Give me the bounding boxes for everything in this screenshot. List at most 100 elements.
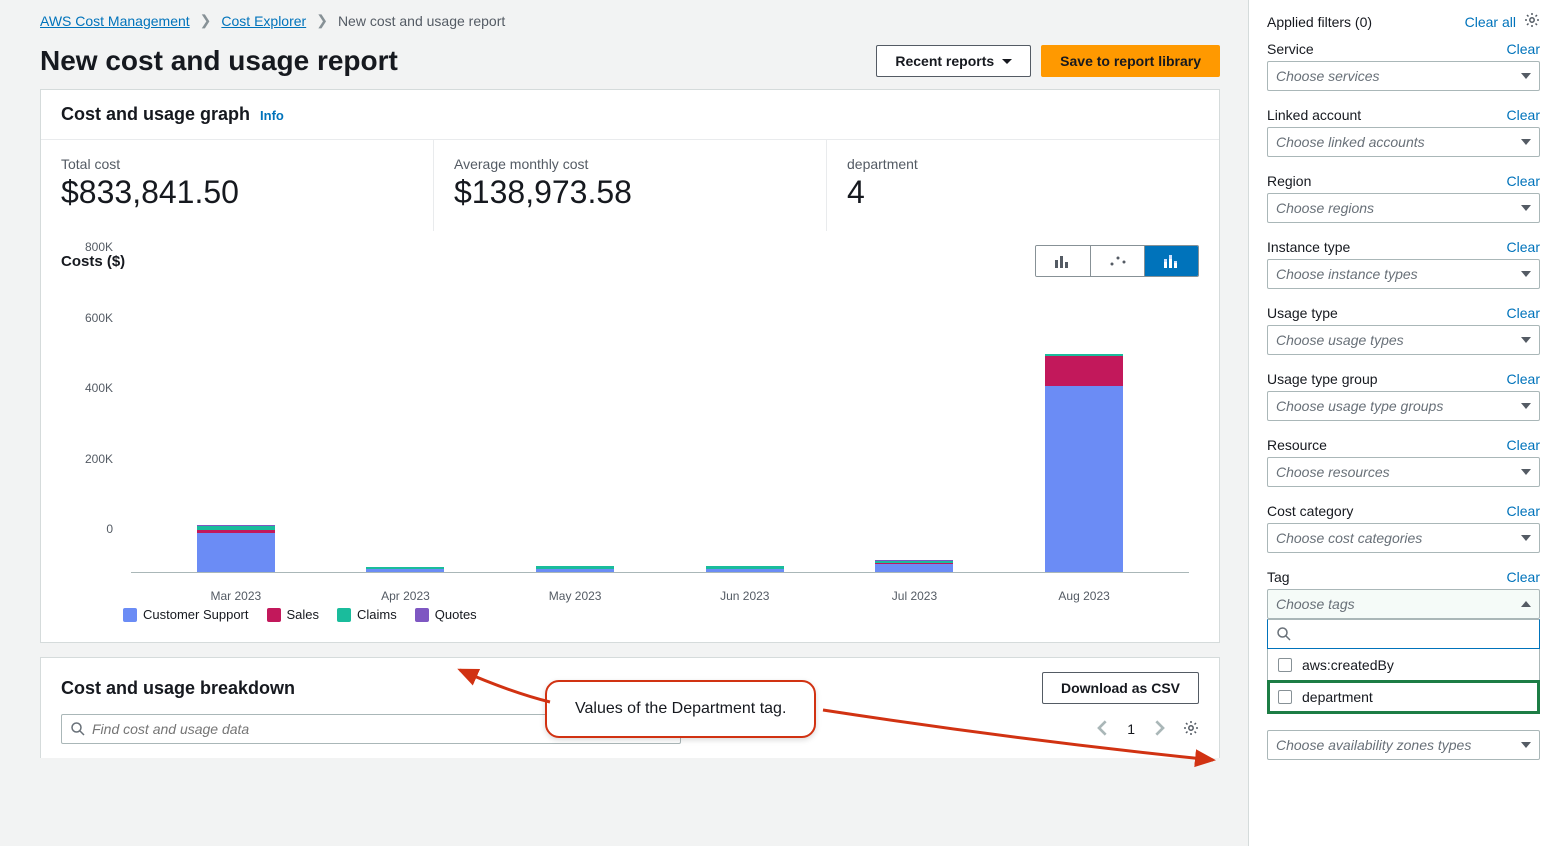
filter-clear-region[interactable]: Clear (1507, 173, 1540, 189)
bar-column (197, 291, 275, 572)
bar-segment (197, 533, 275, 572)
bar-column (366, 291, 444, 572)
recent-reports-button[interactable]: Recent reports (876, 45, 1031, 77)
filter-select-instance[interactable]: Choose instance types (1267, 259, 1540, 289)
x-tick: Jul 2023 (875, 583, 953, 603)
filter-group-usage_group: Usage type group Clear Choose usage type g… (1267, 371, 1540, 421)
legend-swatch (337, 608, 351, 622)
chevron-left-icon (1095, 720, 1111, 736)
pager-page-number: 1 (1127, 721, 1135, 737)
filter-clear-usage[interactable]: Clear (1507, 305, 1540, 321)
filter-select-usage_group[interactable]: Choose usage type groups (1267, 391, 1540, 421)
filter-select-service[interactable]: Choose services (1267, 61, 1540, 91)
clear-all-link[interactable]: Clear all (1465, 14, 1516, 30)
checkbox-icon (1278, 658, 1292, 672)
filter-select-cost_cat[interactable]: Choose cost categories (1267, 523, 1540, 553)
stat-total-value: $833,841.50 (61, 174, 413, 211)
annotation-text: Values of the Department tag. (575, 700, 786, 717)
filter-placeholder-usage_group: Choose usage type groups (1276, 398, 1443, 414)
bar-chart-icon (1054, 254, 1072, 268)
breadcrumb-root[interactable]: AWS Cost Management (40, 13, 190, 29)
filter-clear-tag[interactable]: Clear (1507, 569, 1540, 585)
stat-avg-label: Average monthly cost (454, 156, 806, 172)
x-tick: Mar 2023 (197, 583, 275, 603)
filter-label-instance: Instance type (1267, 239, 1350, 255)
x-tick: Apr 2023 (366, 583, 444, 603)
filter-placeholder-region: Choose regions (1276, 200, 1374, 216)
chart-canvas: 0200K400K600K800K Mar 2023Apr 2023May 20… (101, 283, 1199, 603)
filter-clear-service[interactable]: Clear (1507, 41, 1540, 57)
tag-search-input[interactable] (1267, 619, 1540, 649)
filter-group-region: RegionClearChoose regions (1267, 173, 1540, 223)
legend-label: Quotes (435, 607, 477, 622)
filter-label-tag: Tag (1267, 569, 1290, 585)
caret-down-icon (1521, 205, 1531, 211)
legend-item: Quotes (415, 607, 477, 622)
filter-placeholder-linked: Choose linked accounts (1276, 134, 1425, 150)
filter-select-tag[interactable]: Choose tags (1267, 589, 1540, 619)
caret-down-icon (1521, 271, 1531, 277)
page-title: New cost and usage report (40, 45, 398, 77)
x-tick: Jun 2023 (706, 583, 784, 603)
applied-filters-label: Applied filters (0) (1267, 14, 1372, 30)
bar-segment (875, 564, 953, 572)
filter-select-usage[interactable]: Choose usage types (1267, 325, 1540, 355)
x-tick: Aug 2023 (1045, 583, 1123, 603)
caret-down-icon (1521, 535, 1531, 541)
tag-dropdown: aws:createdBy department (1267, 619, 1540, 714)
gear-icon[interactable] (1524, 12, 1540, 31)
bar-column (536, 291, 614, 572)
breadcrumb-cost-explorer[interactable]: Cost Explorer (221, 13, 306, 29)
info-link[interactable]: Info (260, 108, 284, 123)
filter-placeholder-az: Choose availability zones types (1276, 737, 1471, 753)
filter-group-usage: Usage typeClearChoose usage types (1267, 305, 1540, 355)
filter-clear-instance[interactable]: Clear (1507, 239, 1540, 255)
breakdown-title: Cost and usage breakdown (61, 678, 295, 699)
filter-label-usage_group: Usage type group (1267, 371, 1378, 387)
legend-item: Sales (267, 607, 320, 622)
filter-group-service: Service Clear Choose services (1267, 41, 1540, 91)
filter-select-linked[interactable]: Choose linked accounts (1267, 127, 1540, 157)
filter-group-resource: Resource Clear Choose resources (1267, 437, 1540, 487)
y-tick: 800K (85, 240, 113, 254)
filter-group-tag: Tag Clear Choose tags aws:createdBy (1267, 569, 1540, 714)
filter-select-resource[interactable]: Choose resources (1267, 457, 1540, 487)
legend-item: Claims (337, 607, 397, 622)
recent-reports-label: Recent reports (895, 53, 994, 69)
filter-label-service: Service (1267, 41, 1314, 57)
filter-placeholder-instance: Choose instance types (1276, 266, 1418, 282)
download-csv-button[interactable]: Download as CSV (1042, 672, 1199, 704)
breadcrumb: AWS Cost Management ❯ Cost Explorer ❯ Ne… (40, 12, 1220, 29)
legend-swatch (415, 608, 429, 622)
annotation-callout: Values of the Department tag. (545, 680, 816, 738)
chart-type-stacked-button[interactable] (1144, 246, 1198, 276)
search-icon (1276, 626, 1292, 642)
collapse-panel-button[interactable]: ❚❚ (1248, 409, 1249, 437)
caret-down-icon (1002, 59, 1012, 64)
settings-button[interactable] (1183, 720, 1199, 739)
cost-usage-graph-panel: Cost and usage graph Info Total cost $83… (40, 89, 1220, 643)
filter-label-resource: Resource (1267, 437, 1327, 453)
filter-clear-cost_cat[interactable]: Clear (1507, 503, 1540, 519)
stat-avg-value: $138,973.58 (454, 174, 806, 211)
caret-down-icon (1521, 469, 1531, 475)
chart-type-line-button[interactable] (1090, 246, 1144, 276)
save-to-library-button[interactable]: Save to report library (1041, 45, 1220, 77)
tag-option-aws-createdby[interactable]: aws:createdBy (1268, 649, 1539, 681)
y-tick: 200K (85, 452, 113, 466)
pager-prev-button[interactable] (1091, 716, 1115, 743)
line-chart-icon (1109, 254, 1127, 268)
filter-select-region[interactable]: Choose regions (1267, 193, 1540, 223)
filter-select-az[interactable]: Choose availability zones types (1267, 730, 1540, 760)
filter-clear-linked[interactable]: Clear (1507, 107, 1540, 123)
chevron-right-icon: ❯ (316, 12, 328, 29)
chart-legend: Customer SupportSalesClaimsQuotes (61, 603, 1199, 638)
search-icon (70, 721, 86, 737)
filter-clear-usage_group[interactable]: Clear (1507, 371, 1540, 387)
chart-type-bar-button[interactable] (1036, 246, 1090, 276)
tag-option-department[interactable]: department (1268, 681, 1539, 713)
x-tick: May 2023 (536, 583, 614, 603)
pager-next-button[interactable] (1147, 716, 1171, 743)
chevron-right-icon (1151, 720, 1167, 736)
filter-clear-resource[interactable]: Clear (1507, 437, 1540, 453)
